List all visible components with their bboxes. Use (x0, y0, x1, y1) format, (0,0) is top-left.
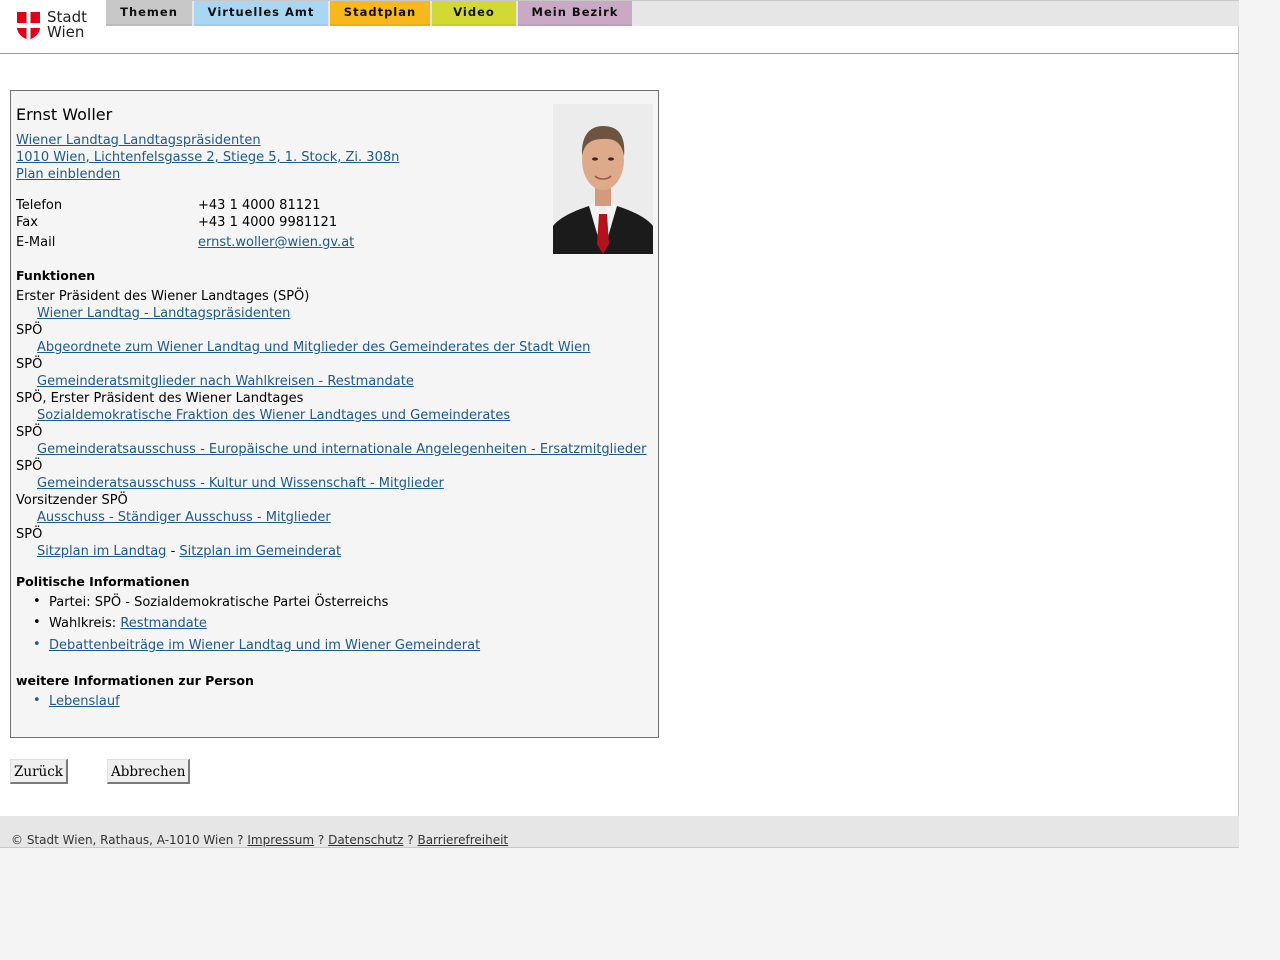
site-footer: © Stadt Wien, Rathaus, A-1010 Wien ? Imp… (0, 816, 1239, 848)
cancel-button[interactable]: Abbrechen (107, 759, 191, 784)
email-label: E-Mail (16, 235, 56, 250)
phone-label: Telefon (16, 198, 63, 213)
constituency-item: Wahlkreis: Restmandate (33, 615, 207, 631)
fax-value: +43 1 4000 9981121 (198, 215, 338, 230)
vienna-shield-icon (17, 12, 40, 40)
function-role: SPÖ (16, 459, 43, 474)
function-role: SPÖ (16, 425, 43, 440)
functions-heading: Funktionen (16, 268, 96, 283)
phone-value: +43 1 4000 81121 (198, 198, 321, 213)
function-link[interactable]: Sozialdemokratische Fraktion des Wiener … (37, 408, 510, 423)
org-link[interactable]: Wiener Landtag Landtagspräsidenten (16, 133, 261, 148)
function-link[interactable]: Gemeinderatsausschuss - Kultur und Wisse… (37, 476, 444, 491)
person-photo (553, 104, 653, 254)
email-link[interactable]: ernst.woller@wien.gv.at (198, 235, 354, 250)
footer-copyright: © Stadt Wien, Rathaus, A-1010 Wien (11, 833, 234, 847)
seat-plan-landtag-link[interactable]: Sitzplan im Landtag (37, 544, 166, 559)
function-role: SPÖ (16, 527, 43, 542)
main-navigation: Themen Virtuelles Amt Stadtplan Video Me… (106, 1, 634, 26)
datenschutz-link[interactable]: Datenschutz (328, 833, 403, 847)
logo-wordmark: Stadt Wien (47, 10, 87, 40)
tab-video[interactable]: Video (432, 1, 516, 26)
footer-separator: ? (237, 833, 244, 847)
seat-plan-gemeinderat-link[interactable]: Sitzplan im Gemeinderat (179, 544, 341, 559)
tab-stadtplan[interactable]: Stadtplan (330, 1, 430, 26)
tab-mein-bezirk[interactable]: Mein Bezirk (518, 1, 632, 26)
barrierefreiheit-link[interactable]: Barrierefreiheit (417, 833, 508, 847)
function-role: Erster Präsident des Wiener Landtages (S… (16, 289, 310, 304)
portrait-image (553, 104, 653, 254)
function-link[interactable]: Gemeinderatsmitglieder nach Wahlkreisen … (37, 374, 414, 389)
footer-separator: ? (407, 833, 414, 847)
person-name: Ernst Woller (16, 105, 113, 124)
stadt-wien-logo[interactable]: Stadt Wien (0, 0, 106, 53)
site-header: Stadt Wien Themen Virtuelles Amt Stadtpl… (0, 0, 1239, 54)
more-info-heading: weitere Informationen zur Person (16, 673, 254, 688)
function-link[interactable]: Wiener Landtag - Landtagspräsidenten (37, 306, 290, 321)
footer-text: © Stadt Wien, Rathaus, A-1010 Wien ? Imp… (11, 833, 508, 847)
political-info-heading: Politische Informationen (16, 574, 190, 589)
party-item: Partei: SPÖ - Sozialdemokratische Partei… (33, 594, 388, 610)
seat-plan-links: Sitzplan im Landtag - Sitzplan im Gemein… (37, 544, 341, 559)
back-button[interactable]: Zurück (10, 759, 68, 784)
logo-line-2: Wien (47, 23, 85, 41)
person-detail-card: Ernst Woller Wiener Landtag Landtagspräs… (10, 90, 659, 738)
function-role: SPÖ (16, 357, 43, 372)
footer-separator: ? (317, 833, 325, 847)
function-role: SPÖ (16, 323, 43, 338)
address-link[interactable]: 1010 Wien, Lichtenfelsgasse 2, Stiege 5,… (16, 150, 399, 165)
debates-link[interactable]: Debattenbeiträge im Wiener Landtag und i… (33, 637, 480, 653)
fax-label: Fax (16, 215, 38, 230)
impressum-link[interactable]: Impressum (247, 833, 314, 847)
constituency-label: Wahlkreis: (49, 616, 117, 631)
seat-plan-separator: - (170, 544, 176, 559)
tab-virtuelles-amt[interactable]: Virtuelles Amt (194, 1, 328, 26)
page: Stadt Wien Themen Virtuelles Amt Stadtpl… (0, 0, 1239, 848)
cv-link[interactable]: Lebenslauf (33, 693, 120, 709)
function-role: SPÖ, Erster Präsident des Wiener Landtag… (16, 391, 304, 406)
function-link[interactable]: Abgeordnete zum Wiener Landtag und Mitgl… (37, 340, 590, 355)
show-plan-link[interactable]: Plan einblenden (16, 167, 120, 182)
constituency-link[interactable]: Restmandate (120, 616, 207, 631)
tab-themen[interactable]: Themen (106, 1, 192, 26)
function-role: Vorsitzender SPÖ (16, 493, 128, 508)
function-link[interactable]: Ausschuss - Ständiger Ausschuss - Mitgli… (37, 510, 331, 525)
function-link[interactable]: Gemeinderatsausschuss - Europäische und … (37, 442, 647, 457)
